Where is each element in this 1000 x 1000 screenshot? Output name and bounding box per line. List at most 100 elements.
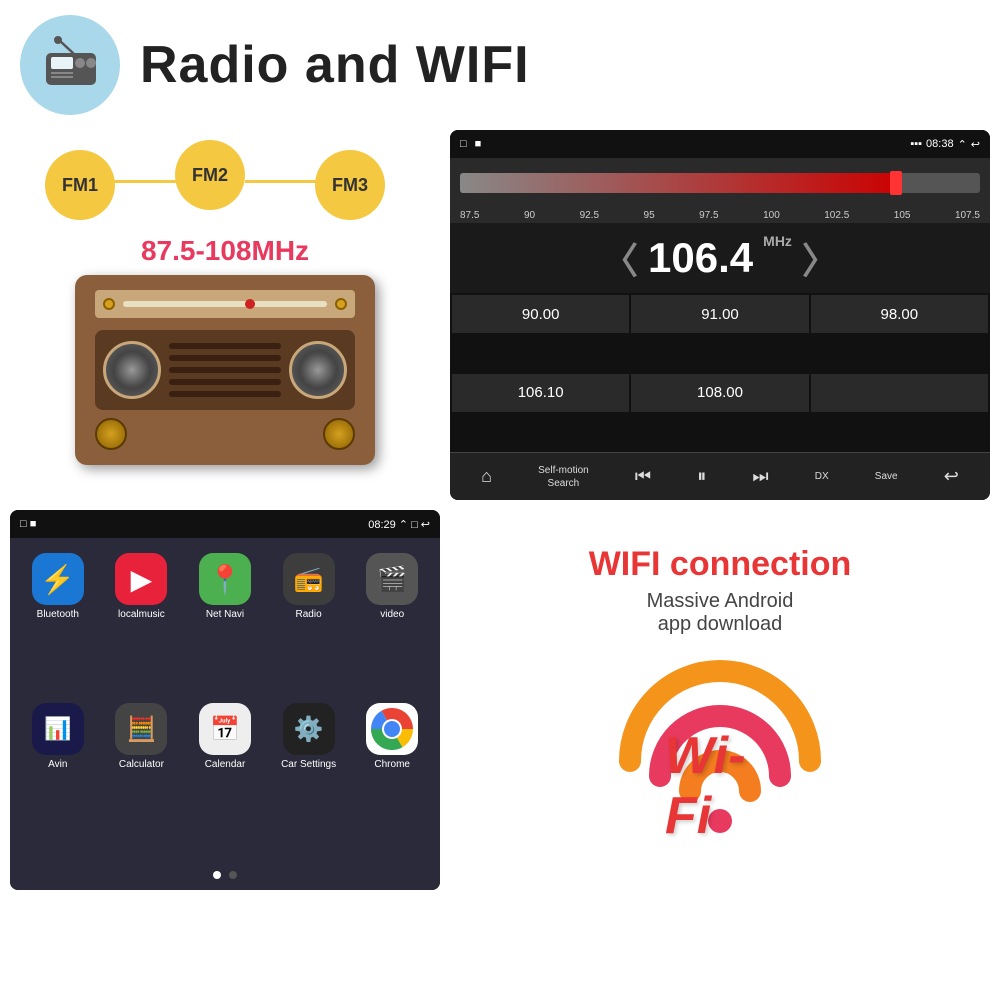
app-video[interactable]: 🎬 video <box>354 553 430 695</box>
status-back-icon: ↩ <box>971 138 980 151</box>
self-motion-button[interactable]: Self-motion Search <box>538 465 589 489</box>
calculator-label: Calculator <box>119 759 164 770</box>
bluetooth-symbol: ⚡ <box>40 563 75 596</box>
wifi-letter: Wi-Fi <box>665 726 775 846</box>
home-dots <box>10 860 440 890</box>
calculator-symbol: 🧮 <box>126 715 156 744</box>
wifi-section: WIFI connection Massive Androidapp downl… <box>450 510 990 890</box>
home-statusbar-left: □ ■ <box>20 518 36 530</box>
grill-line-1 <box>169 343 281 349</box>
fm-diagram: FM1 FM2 FM3 <box>35 140 415 230</box>
home-button[interactable]: ⌂ <box>481 466 492 487</box>
speaker-right <box>289 341 347 399</box>
header-section: Radio and WIFI <box>0 0 1000 130</box>
chrome-label: Chrome <box>374 759 410 770</box>
preset-cell-1[interactable]: 90.00 <box>452 295 629 333</box>
app-car-settings[interactable]: ⚙️ Car Settings <box>271 703 347 845</box>
freq-thumb <box>890 171 902 195</box>
preset-cell-4[interactable]: 106.10 <box>452 374 629 412</box>
preset-cell-5[interactable]: 108.00 <box>631 374 808 412</box>
radio-image <box>75 275 375 465</box>
status-sq-icon: ■ <box>475 138 482 150</box>
freq-label-5: 97.5 <box>699 210 718 221</box>
save-label: Save <box>875 471 898 482</box>
prev-icon: ⏮ <box>635 466 651 487</box>
prev-button[interactable]: ⏮ <box>635 466 651 487</box>
fm3-bubble: FM3 <box>315 150 385 220</box>
app-chrome[interactable]: Chrome <box>354 703 430 845</box>
statusbar-time: 08:38 <box>926 138 954 150</box>
preset-cell-6 <box>811 374 988 412</box>
app-bluetooth[interactable]: ⚡ Bluetooth <box>20 553 96 695</box>
save-button[interactable]: Save <box>875 471 898 482</box>
freq-next-arrow[interactable]: 〉 <box>802 232 838 284</box>
radio-freq-bar <box>450 158 990 208</box>
app-localmusic[interactable]: ▶ localmusic <box>104 553 180 695</box>
next-icon: ⏭ <box>752 466 768 487</box>
fm1-bubble: FM1 <box>45 150 115 220</box>
app-calendar[interactable]: 📅 Calendar <box>187 703 263 845</box>
freq-label-9: 107.5 <box>955 210 980 221</box>
freq-label-4: 95 <box>644 210 655 221</box>
radio-grill <box>95 330 355 410</box>
radio-app-symbol: 📻 <box>294 565 324 594</box>
grill-line-4 <box>169 379 281 385</box>
bluetooth-icon-img: ⚡ <box>32 553 84 605</box>
video-label: video <box>380 609 404 620</box>
freq-mhz: MHz <box>763 233 792 249</box>
app-avin[interactable]: 📊 Avin <box>20 703 96 845</box>
localmusic-icon-img: ▶ <box>115 553 167 605</box>
middle-row: FM1 FM2 FM3 87.5-108MHz <box>0 130 1000 500</box>
car-settings-icon-img: ⚙️ <box>283 703 335 755</box>
app-calculator[interactable]: 🧮 Calculator <box>104 703 180 845</box>
radio-statusbar: □ ■ ▪▪▪ 08:38 ⌃ ↩ <box>450 130 990 158</box>
play-button[interactable]: ⏸ <box>697 466 706 487</box>
app-netnavi[interactable]: 📍 Net Navi <box>187 553 263 695</box>
speaker-inner-right <box>303 355 333 385</box>
freq-label-1: 87.5 <box>460 210 479 221</box>
radio-screen-panel: □ ■ ▪▪▪ 08:38 ⌃ ↩ 87.5 90 92.5 95 97.5 1… <box>450 130 990 500</box>
next-button[interactable]: ⏭ <box>752 466 768 487</box>
car-settings-label: Car Settings <box>281 759 336 770</box>
localmusic-symbol: ▶ <box>131 563 153 596</box>
calculator-icon-img: 🧮 <box>115 703 167 755</box>
home-icon: ⌂ <box>481 466 492 487</box>
current-freq: 106.4 <box>648 234 753 282</box>
speaker-inner-left <box>117 355 147 385</box>
dot-2 <box>229 871 237 879</box>
freq-label-6: 100 <box>763 210 780 221</box>
statusbar-right: ▪▪▪ 08:38 ⌃ ↩ <box>910 138 980 151</box>
app-grid: ⚡ Bluetooth ▶ localmusic 📍 Net Navi 📻 <box>10 538 440 860</box>
search-sublabel: Search <box>548 478 580 489</box>
app-radio[interactable]: 📻 Radio <box>271 553 347 695</box>
avin-label: Avin <box>48 759 67 770</box>
freq-label-7: 102.5 <box>824 210 849 221</box>
back-button[interactable]: ↩ <box>944 466 959 487</box>
radio-app-label: Radio <box>296 609 322 620</box>
preset-cell-3[interactable]: 98.00 <box>811 295 988 333</box>
bluetooth-label: Bluetooth <box>37 609 79 620</box>
frequency-range: 87.5-108MHz <box>141 235 309 267</box>
radio-knob-right <box>335 298 347 310</box>
grill-lines <box>161 343 289 397</box>
wifi-subtitle: Massive Androidapp download <box>647 590 794 636</box>
chrome-svg <box>371 708 413 750</box>
freq-prev-arrow[interactable]: 〈 <box>602 232 638 284</box>
grill-line-2 <box>169 355 281 361</box>
self-motion-label: Self-motion <box>538 465 589 476</box>
preset-cell-2[interactable]: 91.00 <box>631 295 808 333</box>
freq-label-3: 92.5 <box>580 210 599 221</box>
play-icon: ⏸ <box>697 466 706 487</box>
dx-button[interactable]: DX <box>815 471 829 482</box>
freq-label-2: 90 <box>524 210 535 221</box>
netnavi-label: Net Navi <box>206 609 244 620</box>
video-icon-img: 🎬 <box>366 553 418 605</box>
home-status-extra: ⌃ □ ↩ <box>399 519 430 531</box>
wifi-title: WIFI connection <box>589 544 852 585</box>
chrome-icon-img <box>366 703 418 755</box>
grill-line-5 <box>169 391 281 397</box>
radio-knobs-row <box>95 418 355 450</box>
radio-controls: ⌂ Self-motion Search ⏮ ⏸ ⏭ DX Save ↩ <box>450 452 990 500</box>
statusbar-left: □ ■ <box>460 138 481 150</box>
home-statusbar: □ ■ 08:29 ⌃ □ ↩ <box>10 510 440 538</box>
